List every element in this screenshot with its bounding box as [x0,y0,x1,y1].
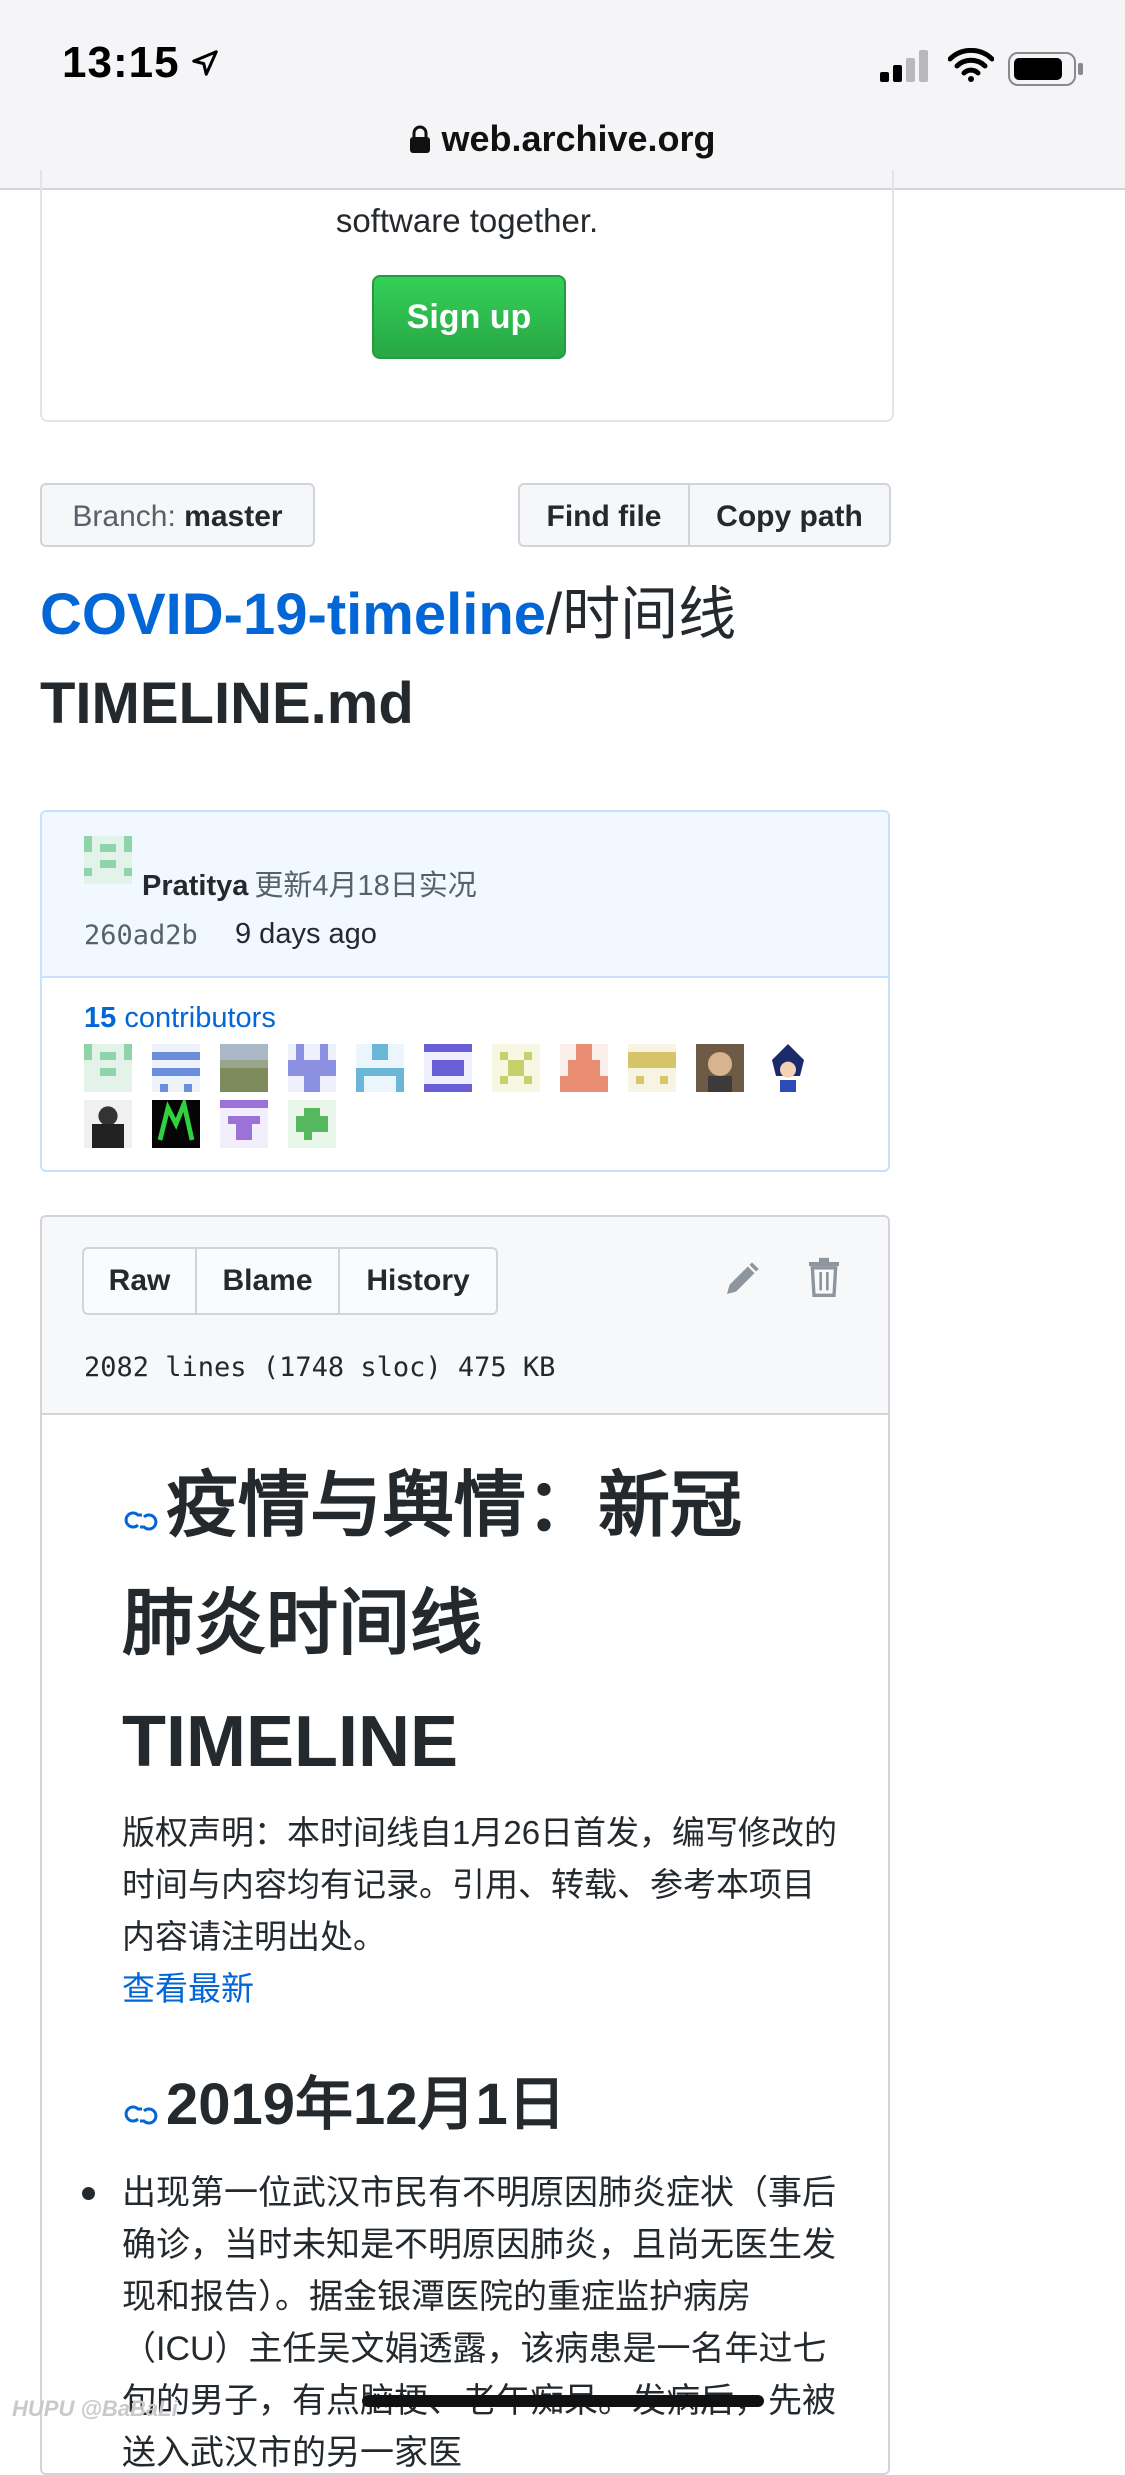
location-arrow-icon [192,50,218,76]
contributor-avatar[interactable] [356,1044,404,1092]
commit-author[interactable]: Pratitya [142,870,248,902]
sign-up-button[interactable]: Sign up [372,275,566,359]
signup-text: software together. [335,202,599,239]
commit-author-line: Pratitya 更新4月18日实况 [142,862,477,904]
breadcrumb: COVID-19-timeline/时间线 [40,580,736,650]
list-item: 出现第一位武汉市民有不明原因肺炎症状（事后确诊，当时未知是不明原因肺炎，且尚无医… [82,2167,842,2473]
contributor-avatar[interactable] [492,1044,540,1092]
commit-sha[interactable]: 260ad2b [84,920,198,951]
file-name: TIMELINE.md [40,671,414,736]
contributors-link[interactable]: 15 contributors [84,1002,276,1035]
latest-commit: Pratitya 更新4月18日实况 260ad2b 9 days ago [42,812,888,978]
commit-message[interactable]: 更新4月18日实况 [254,870,476,902]
branch-value: master [184,500,283,533]
heading-line-3: TIMELINE [122,1702,458,1782]
trash-icon[interactable] [807,1257,841,1297]
contributors-label: contributors [116,1002,276,1034]
view-latest-link[interactable]: 查看最新 [122,1963,842,2015]
raw-button[interactable]: Raw [82,1247,197,1315]
file-header: Raw Blame History 2082 lines (1748 sloc)… [42,1217,888,1415]
breadcrumb-path: /时间线 [546,582,737,647]
date-heading: 2019年12月1日 [122,2065,842,2145]
address-bar[interactable]: web.archive.org [0,118,1125,160]
contributor-avatar[interactable] [560,1044,608,1092]
contributor-avatar[interactable] [424,1044,472,1092]
status-time: 13:15 [62,38,180,87]
contributor-avatar[interactable] [152,1100,200,1148]
battery-icon [1008,52,1083,86]
date-heading-text: 2019年12月1日 [166,2072,566,2137]
browser-chrome: 13:15 web.archive.org [0,0,1125,190]
url-text: web.archive.org [441,118,716,159]
contributor-avatar[interactable] [84,1100,132,1148]
branch-label: Branch: [72,500,176,533]
contributor-avatar[interactable] [288,1100,336,1148]
find-file-button[interactable]: Find file [518,483,690,547]
markdown-body: 疫情与舆情：新冠 肺炎时间线 TIMELINE 版权声明：本时间线自1月26日首… [82,1447,842,2473]
repo-link[interactable]: COVID-19-timeline [40,582,546,647]
file-viewer: Raw Blame History 2082 lines (1748 sloc)… [40,1215,890,2475]
cellular-signal-icon [880,50,928,82]
list-item-text: 出现第一位武汉市民有不明原因肺炎症状（事后确诊，当时未知是不明原因肺炎，且尚无医… [122,2174,836,2472]
branch-select-button[interactable]: Branch: master [40,483,315,547]
link-anchor-icon[interactable] [122,1506,162,1536]
commit-age: 9 days ago [235,918,377,950]
file-stats: 2082 lines (1748 sloc) 475 KB [84,1352,556,1383]
commit-box: Pratitya 更新4月18日实况 260ad2b 9 days ago 15 … [40,810,890,1172]
blame-button[interactable]: Blame [195,1247,340,1315]
bullet-dot [82,2187,95,2200]
contributors-count: 15 [84,1002,117,1034]
copy-path-button[interactable]: Copy path [688,483,891,547]
contributor-avatar[interactable] [152,1044,200,1092]
contributor-avatar[interactable] [764,1044,812,1092]
contributor-avatar[interactable] [696,1044,744,1092]
history-button[interactable]: History [338,1247,498,1315]
author-avatar[interactable] [84,836,132,884]
lock-icon [410,125,431,153]
heading-line-1: 疫情与舆情：新冠 [166,1466,743,1546]
wifi-icon [948,48,994,82]
document-heading: 疫情与舆情：新冠 肺炎时间线 TIMELINE [122,1447,842,1801]
contributor-avatar[interactable] [220,1044,268,1092]
contributor-avatar[interactable] [220,1100,268,1148]
contributor-avatar[interactable] [84,1044,132,1092]
watermark: HUPU @BaBaLi [12,2396,178,2421]
pencil-icon[interactable] [722,1259,762,1299]
link-anchor-icon[interactable] [122,2100,162,2130]
home-indicator[interactable] [362,2395,764,2407]
contributor-avatar[interactable] [288,1044,336,1092]
heading-line-2: 肺炎时间线 [122,1584,483,1664]
copyright-notice: 版权声明：本时间线自1月26日首发，编写修改的时间与内容均有记录。引用、转载、参… [122,1814,838,1955]
contributor-avatar[interactable] [628,1044,676,1092]
signup-card: software together. Sign up [40,170,894,422]
